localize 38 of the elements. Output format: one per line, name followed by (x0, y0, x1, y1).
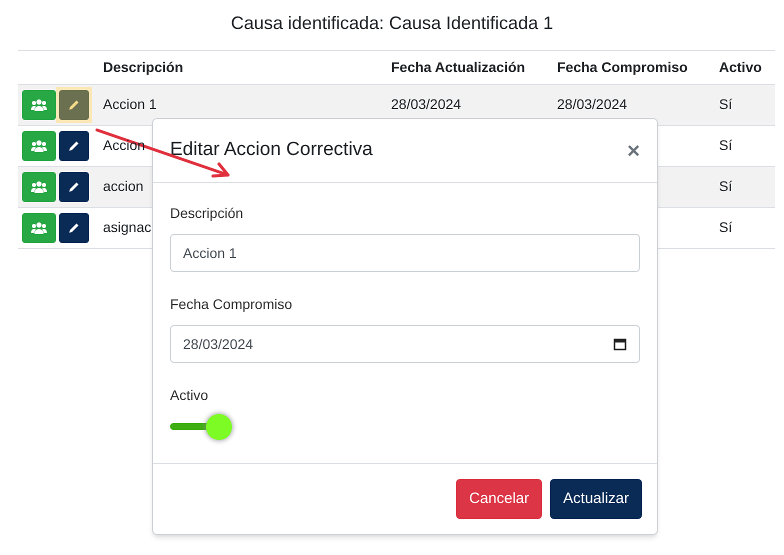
table-cell: Sí (719, 137, 732, 153)
column-header: Activo (718, 58, 763, 77)
table-cell: 28/03/2024 (391, 96, 462, 112)
table-cell: Accion (103, 137, 146, 153)
table-cell: asignac (103, 219, 152, 235)
column-header: Fecha Compromiso (556, 58, 689, 77)
users-icon (31, 99, 47, 111)
pencil-icon (68, 99, 80, 111)
table-cell: Sí (719, 96, 732, 112)
users-icon (31, 140, 47, 152)
table-cell: Sí (719, 219, 732, 235)
table-cell: accion (103, 178, 144, 194)
edit-button[interactable] (59, 213, 89, 243)
page-title: Causa identificada: Causa Identificada 1 (230, 12, 554, 35)
table-cell: Sí (719, 178, 732, 194)
field-label: Descripción (170, 204, 244, 223)
users-icon (31, 181, 47, 193)
pencil-icon (68, 222, 80, 234)
dialog-title: Editar Accion Correctiva (170, 138, 373, 162)
close-button[interactable]: × (627, 140, 640, 162)
column-header: Descripción (102, 58, 184, 77)
toggle-switch[interactable] (170, 414, 234, 440)
users-icon (31, 222, 47, 234)
users-button[interactable] (22, 90, 56, 120)
calendar-icon (613, 337, 627, 351)
edit-button[interactable] (59, 172, 89, 202)
date-field[interactable]: 28/03/2024 (170, 325, 640, 363)
column-header: Fecha Actualización (390, 58, 526, 77)
pencil-icon (68, 181, 80, 193)
cancel-button[interactable]: Cancelar (456, 479, 542, 519)
pencil-icon (68, 140, 80, 152)
field-label: Fecha Compromiso (170, 295, 294, 314)
field-label: Activo (170, 386, 210, 405)
update-button[interactable]: Actualizar (550, 479, 642, 519)
description-field[interactable]: Accion 1 (170, 234, 640, 272)
edit-button[interactable] (59, 131, 89, 161)
table-cell: Accion 1 (103, 96, 157, 112)
table-cell: 28/03/2024 (557, 96, 628, 112)
